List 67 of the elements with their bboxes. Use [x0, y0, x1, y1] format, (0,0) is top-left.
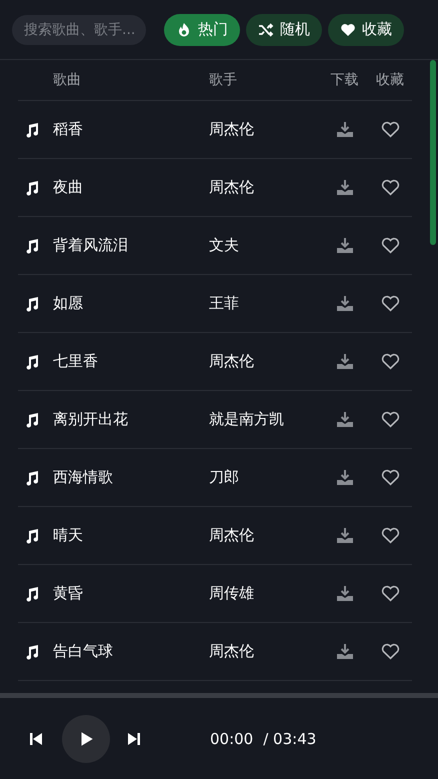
artist-name: 周杰伦: [209, 642, 255, 661]
song-title: 背着风流泪: [53, 236, 129, 255]
total-time: / 03:43: [263, 730, 316, 748]
heart-icon[interactable]: [380, 353, 400, 370]
download-icon[interactable]: [336, 644, 354, 660]
music-note-icon: [24, 238, 40, 254]
heart-icon[interactable]: [380, 469, 400, 486]
artist-name: 周杰伦: [209, 352, 255, 371]
tab[interactable]: 收藏: [328, 14, 404, 46]
song-title: 告白气球: [53, 642, 114, 661]
column-header: 下载: [330, 71, 360, 89]
download-icon[interactable]: [336, 586, 354, 602]
skip-back-icon: [28, 730, 44, 746]
artist-name: 就是南方凯: [209, 410, 285, 429]
heart-icon[interactable]: [380, 179, 400, 196]
music-note-icon: [24, 470, 40, 486]
artist-name: 王菲: [209, 294, 240, 313]
download-icon[interactable]: [336, 296, 354, 312]
song-title: 离别开出花: [53, 410, 129, 429]
download-icon[interactable]: [336, 238, 354, 254]
download-icon[interactable]: [336, 412, 354, 428]
download-icon[interactable]: [336, 354, 354, 370]
play-button[interactable]: [62, 714, 110, 762]
song-title: 西海情歌: [53, 468, 114, 487]
heart-icon[interactable]: [380, 643, 400, 660]
search-field[interactable]: 搜索歌曲、歌手...: [12, 14, 146, 44]
download-icon[interactable]: [336, 528, 354, 544]
heart-icon[interactable]: [380, 295, 400, 312]
column-header: 收藏: [375, 71, 405, 89]
skip-forward-icon: [126, 730, 142, 746]
download-icon[interactable]: [336, 122, 354, 138]
download-icon[interactable]: [336, 470, 354, 486]
artist-name: 刀郎: [209, 468, 240, 487]
column-header: 歌手: [209, 71, 238, 89]
heart-icon[interactable]: [380, 527, 400, 544]
music-note-icon: [24, 180, 40, 196]
artist-name: 周杰伦: [209, 526, 255, 545]
song-title: 夜曲: [53, 178, 84, 197]
shuffle-icon: [258, 22, 274, 38]
music-note-icon: [24, 354, 40, 370]
artist-name: 周传雄: [209, 584, 255, 603]
song-title: 晴天: [53, 526, 84, 545]
music-note-icon: [24, 586, 40, 602]
song-title: 七里香: [53, 352, 99, 371]
artist-name: 周杰伦: [209, 120, 255, 139]
music-note-icon: [24, 644, 40, 660]
music-note-icon: [24, 412, 40, 428]
song-title: 如愿: [53, 294, 84, 313]
download-icon[interactable]: [336, 180, 354, 196]
music-note-icon: [24, 528, 40, 544]
heart-icon[interactable]: [380, 411, 400, 428]
tab[interactable]: 随机: [246, 14, 322, 46]
flame-icon: [176, 22, 192, 38]
tab[interactable]: 热门: [164, 14, 240, 46]
song-title: 稻香: [53, 120, 84, 139]
song-title: 黄昏: [53, 584, 84, 603]
artist-name: 周杰伦: [209, 178, 255, 197]
scrollbar[interactable]: [430, 60, 436, 245]
heart-icon[interactable]: [380, 585, 400, 602]
heart-icon: [340, 22, 356, 38]
column-header: 歌曲: [53, 71, 82, 89]
music-note-icon: [24, 122, 40, 138]
heart-icon[interactable]: [380, 121, 400, 138]
heart-icon[interactable]: [380, 237, 400, 254]
artist-name: 文夫: [209, 236, 240, 255]
current-time: 00:00: [210, 730, 254, 748]
music-note-icon: [24, 296, 40, 312]
